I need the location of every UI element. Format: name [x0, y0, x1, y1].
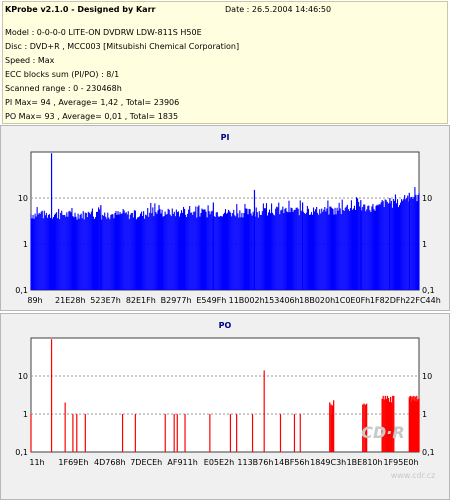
x-tick-label: E549Fh: [196, 296, 226, 305]
info-range: Scanned range : 0 - 230468h: [5, 84, 122, 93]
info-speed: Speed : Max: [5, 56, 55, 65]
x-tick-label: 89h: [27, 296, 42, 305]
po-chart-panel: PO 10 10 1 1 0,1 0,1 11h 1F69Eh 4D768h 7DECEh AF911…: [0, 313, 450, 500]
x-tick-label: 1F82DFh: [370, 296, 406, 305]
y-tick-label: 1: [23, 410, 28, 419]
y-tick-label-right: 0,1: [422, 286, 435, 295]
app-title: KProbe v2.1.0 - Designed by Karr: [5, 5, 156, 14]
y-tick-label: 0,1: [15, 448, 28, 457]
x-tick-label: 11h: [29, 458, 44, 467]
x-tick-label: 7DECEh: [130, 458, 162, 467]
x-tick-label: 1849C3h: [310, 458, 346, 467]
chart-title: PI: [221, 133, 230, 142]
y-tick-label-right: 10: [422, 194, 432, 203]
x-tick-label: AF911h: [167, 458, 197, 467]
x-tick-label: 113B76h: [237, 458, 273, 467]
y-tick-label: 0,1: [15, 286, 28, 295]
x-tick-label: 82E1Fh: [126, 296, 156, 305]
x-tick-label: 14BF56h: [274, 458, 310, 467]
info-po-stats: PO Max= 93 , Average= 0,01 , Total= 1835: [5, 112, 179, 121]
watermark-logo: CD·R: [361, 423, 404, 442]
y-tick-label-right: 0,1: [422, 448, 435, 457]
info-panel: KProbe v2.1.0 - Designed by Karr Date : …: [2, 1, 448, 124]
y-tick-label: 10: [18, 194, 28, 203]
x-tick-label: 18B020h: [299, 296, 335, 305]
x-tick-label: 1F69Eh: [58, 458, 88, 467]
y-tick-label-right: 1: [422, 410, 427, 419]
y-tick-label-right: 1: [422, 240, 427, 249]
x-tick-label: 22FC44h: [405, 296, 441, 305]
x-tick-label: B2977h: [161, 296, 192, 305]
x-tick-label: 1C0E0Fh: [335, 296, 371, 305]
x-tick-label: 153406h: [264, 296, 300, 305]
chart-title: PO: [219, 321, 232, 330]
x-tick-label: 4D768h: [94, 458, 126, 467]
po-chart: PO10 101 10,1 0,111h 1F69Eh 4D768h 7DECEh AF911…: [15, 321, 436, 480]
y-tick-label-right: 10: [422, 372, 432, 381]
scan-date: Date : 26.5.2004 14:46:50: [225, 5, 332, 14]
x-tick-label: E05E2h: [204, 458, 234, 467]
watermark-url: www.cdr.cz: [391, 471, 436, 480]
info-ecc: ECC blocks sum (PI/PO) : 8/1: [5, 70, 120, 79]
x-tick-label: 1F95E0h: [383, 458, 418, 467]
y-tick-label: 10: [18, 372, 28, 381]
x-tick-label: 1BE810h: [347, 458, 383, 467]
x-tick-label: 11B002h: [229, 296, 265, 305]
pi-chart: PI10 101 10,1 0,189h 21E28h 523E7h 82E1Fh B2977…: [15, 133, 441, 305]
x-tick-label: 21E28h: [55, 296, 85, 305]
info-disc: Disc : DVD+R , MCC003 [Mitsubishi Chemic…: [5, 42, 240, 51]
y-tick-label: 1: [23, 240, 28, 249]
info-model: Model : 0-0-0-0 LITE-ON DVDRW LDW-811S H…: [5, 28, 202, 37]
pi-chart-panel: PI 10 10 1 1 0,1 0,1 89h 21E28h 523E7h 82E1Fh B2977…: [0, 125, 450, 311]
info-pi-stats: PI Max= 94 , Average= 1,42 , Total= 2390…: [5, 98, 180, 107]
x-tick-label: 523E7h: [90, 296, 120, 305]
